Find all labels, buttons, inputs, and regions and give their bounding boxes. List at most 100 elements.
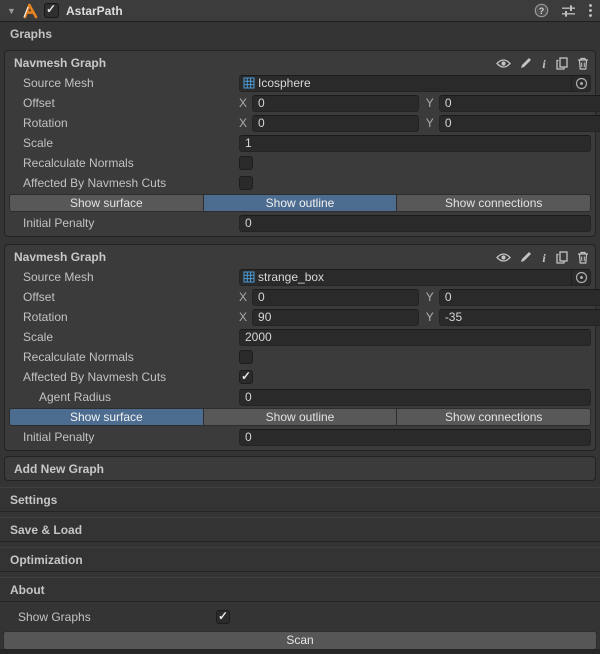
svg-text:?: ? <box>539 6 545 16</box>
graph1-recalculate-normals-checkbox[interactable] <box>239 156 253 170</box>
show-surface-button[interactable]: Show surface <box>9 194 204 212</box>
axis-x-label[interactable]: X <box>239 116 247 130</box>
offset-row: Offset X Y Z <box>9 288 591 306</box>
graph1-rotation-y-input[interactable] <box>439 115 600 132</box>
component-enabled-checkbox[interactable] <box>44 3 59 18</box>
scale-label: Scale <box>9 330 239 344</box>
duplicate-icon[interactable] <box>556 251 568 264</box>
graph2-title: Navmesh Graph <box>14 250 106 264</box>
component-header: ▼ AstarPath ? <box>0 0 600 22</box>
navmesh-graph-panel-1: Navmesh Graph i Source Mesh <box>4 50 596 237</box>
rotation-label: Rotation <box>9 310 239 324</box>
svg-text:i: i <box>542 57 546 70</box>
recalculate-normals-label: Recalculate Normals <box>9 350 239 364</box>
component-foldout-arrow[interactable]: ▼ <box>7 6 17 16</box>
svg-text:i: i <box>542 251 546 264</box>
delete-trash-icon[interactable] <box>577 251 589 264</box>
section-optimization[interactable]: Optimization <box>0 547 600 572</box>
agent-radius-row: Agent Radius <box>9 388 591 406</box>
axis-y-label[interactable]: Y <box>426 290 434 304</box>
section-settings[interactable]: Settings <box>0 487 600 512</box>
agent-radius-label: Agent Radius <box>9 390 239 404</box>
info-icon[interactable]: i <box>541 57 547 70</box>
graph1-offset-y-input[interactable] <box>439 95 600 112</box>
graph2-recalculate-normals-checkbox[interactable] <box>239 350 253 364</box>
initial-penalty-row: Initial Penalty <box>9 428 591 446</box>
show-graphs-checkbox[interactable] <box>216 610 230 624</box>
axis-y-label[interactable]: Y <box>426 96 434 110</box>
graph2-affected-by-navmesh-cuts-checkbox[interactable] <box>239 370 253 384</box>
info-icon[interactable]: i <box>541 251 547 264</box>
graph1-debug-buttons: Show surface Show outline Show connectio… <box>9 194 591 212</box>
axis-y-label[interactable]: Y <box>426 116 434 130</box>
recalculate-normals-row: Recalculate Normals <box>9 154 591 172</box>
delete-trash-icon[interactable] <box>577 57 589 70</box>
rotation-label: Rotation <box>9 116 239 130</box>
mesh-icon <box>243 77 255 89</box>
rotation-row: Rotation X Y Z <box>9 114 591 132</box>
axis-x-label[interactable]: X <box>239 310 247 324</box>
affected-by-navmesh-cuts-row: Affected By Navmesh Cuts <box>9 174 591 192</box>
show-connections-button[interactable]: Show connections <box>397 408 591 426</box>
graph2-rotation-x-input[interactable] <box>252 309 419 326</box>
initial-penalty-label: Initial Penalty <box>9 430 239 444</box>
source-mesh-row: Source Mesh strange_box <box>9 268 591 286</box>
graph2-scale-input[interactable] <box>239 329 591 346</box>
graph2-source-mesh-value: strange_box <box>258 270 324 284</box>
initial-penalty-label: Initial Penalty <box>9 216 239 230</box>
offset-row: Offset X Y Z <box>9 94 591 112</box>
source-mesh-label: Source Mesh <box>9 76 239 90</box>
graph1-header[interactable]: Navmesh Graph i <box>9 54 591 72</box>
rotation-row: Rotation X Y Z <box>9 308 591 326</box>
visibility-eye-icon[interactable] <box>496 58 511 69</box>
recalculate-normals-label: Recalculate Normals <box>9 156 239 170</box>
scale-row: Scale <box>9 328 591 346</box>
presets-icon[interactable] <box>561 4 576 18</box>
axis-y-label[interactable]: Y <box>426 310 434 324</box>
mesh-icon <box>243 271 255 283</box>
add-new-graph-button[interactable]: Add New Graph <box>4 456 596 481</box>
duplicate-icon[interactable] <box>556 57 568 70</box>
graph1-rotation-x-input[interactable] <box>252 115 419 132</box>
show-graphs-label: Show Graphs <box>0 610 216 624</box>
graph1-affected-by-navmesh-cuts-checkbox[interactable] <box>239 176 253 190</box>
axis-x-label[interactable]: X <box>239 290 247 304</box>
graph2-header[interactable]: Navmesh Graph i <box>9 248 591 266</box>
scale-row: Scale <box>9 134 591 152</box>
show-outline-button[interactable]: Show outline <box>204 408 398 426</box>
show-connections-button[interactable]: Show connections <box>397 194 591 212</box>
show-surface-button[interactable]: Show surface <box>9 408 204 426</box>
affected-by-navmesh-cuts-label: Affected By Navmesh Cuts <box>9 370 239 384</box>
object-picker-icon[interactable] <box>571 76 588 91</box>
object-picker-icon[interactable] <box>571 270 588 285</box>
graph2-offset-y-input[interactable] <box>439 289 600 306</box>
edit-pencil-icon[interactable] <box>520 251 532 263</box>
section-save-and-load[interactable]: Save & Load <box>0 517 600 542</box>
graph1-scale-input[interactable] <box>239 135 591 152</box>
edit-pencil-icon[interactable] <box>520 57 532 69</box>
graph2-source-mesh-field[interactable]: strange_box <box>239 269 591 286</box>
graph2-rotation-y-input[interactable] <box>439 309 600 326</box>
kebab-menu-icon[interactable] <box>588 3 593 18</box>
graph2-initial-penalty-input[interactable] <box>239 429 591 446</box>
show-outline-button[interactable]: Show outline <box>204 194 398 212</box>
graph1-source-mesh-field[interactable]: Icosphere <box>239 75 591 92</box>
source-mesh-row: Source Mesh Icosphere <box>9 74 591 92</box>
section-about[interactable]: About <box>0 577 600 602</box>
help-icon[interactable]: ? <box>534 3 549 18</box>
graph1-initial-penalty-input[interactable] <box>239 215 591 232</box>
component-title: AstarPath <box>66 4 123 18</box>
scale-label: Scale <box>9 136 239 150</box>
source-mesh-label: Source Mesh <box>9 270 239 284</box>
axis-x-label[interactable]: X <box>239 96 247 110</box>
scan-button[interactable]: Scan <box>3 631 597 650</box>
initial-penalty-row: Initial Penalty <box>9 214 591 232</box>
graph2-agent-radius-input[interactable] <box>239 389 591 406</box>
navmesh-graph-panel-2: Navmesh Graph i Source Mesh <box>4 244 596 451</box>
visibility-eye-icon[interactable] <box>496 252 511 263</box>
graph1-offset-x-input[interactable] <box>252 95 419 112</box>
show-graphs-row: Show Graphs <box>0 608 600 626</box>
graph2-offset-x-input[interactable] <box>252 289 419 306</box>
graph2-debug-buttons: Show surface Show outline Show connectio… <box>9 408 591 426</box>
graph1-source-mesh-value: Icosphere <box>258 76 311 90</box>
